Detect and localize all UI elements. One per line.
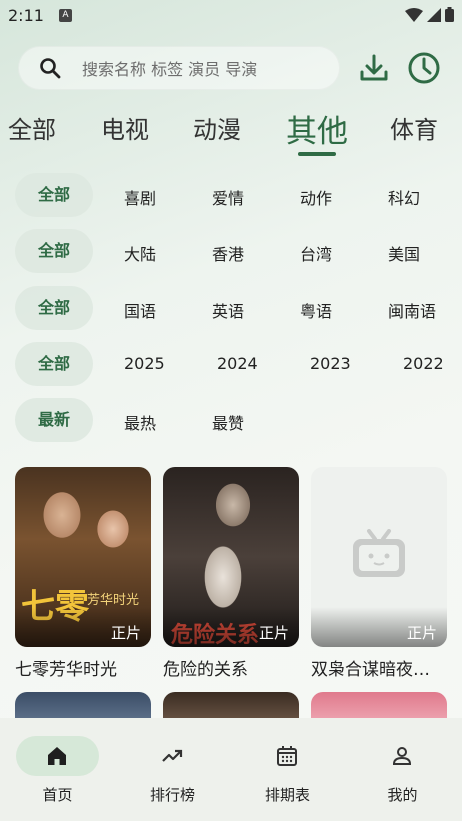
nav-home[interactable]: 首页 [0,718,115,821]
year-option[interactable]: 2022 [403,354,444,373]
battery-icon [445,7,454,22]
card-title: 七零芳华时光 [15,660,117,680]
year-all-chip[interactable]: 全部 [15,342,93,386]
year-option[interactable]: 2023 [310,354,351,373]
episode-tag: 正片 [258,624,289,642]
wifi-icon [405,7,423,22]
region-option[interactable]: 台湾 [300,241,332,265]
language-option[interactable]: 英语 [212,298,244,322]
nav-ranking[interactable]: 排行榜 [115,718,230,821]
genre-all-chip[interactable]: 全部 [15,173,93,217]
region-option[interactable]: 美国 [388,241,420,265]
search-bar[interactable] [18,46,340,92]
poster-subtitle-art: 芳华时光 [87,593,140,608]
region-all-chip[interactable]: 全部 [15,229,93,273]
tab-sports[interactable]: 体育 [390,110,438,145]
language-option[interactable]: 粤语 [300,298,332,322]
sort-option[interactable]: 最热 [124,410,156,434]
trending-icon [162,749,183,762]
home-icon [48,747,66,765]
nav-profile[interactable]: 我的 [345,718,460,821]
tab-all[interactable]: 全部 [8,110,56,145]
nav-label: 排期表 [264,786,310,804]
card-title: 危险的关系 [163,660,248,680]
status-icons [405,7,454,22]
bottom-navigation: 首页 排行榜 排期表 我的 [0,718,462,821]
sort-option[interactable]: 最赞 [212,410,244,434]
genre-option[interactable]: 爱情 [212,185,244,209]
history-clock-icon [408,52,440,84]
notification-icon: A [59,9,72,22]
region-option[interactable]: 大陆 [124,241,156,265]
year-option[interactable]: 2025 [124,354,165,373]
tv-placeholder-icon [353,529,405,577]
status-time: 2:11 [8,6,44,25]
language-option[interactable]: 国语 [124,298,156,322]
calendar-icon [277,746,297,766]
genre-option[interactable]: 科幻 [388,185,420,209]
tab-indicator [298,152,336,156]
genre-option[interactable]: 动作 [300,185,332,209]
tab-other[interactable]: 其他 [286,106,348,151]
download-icon [360,54,388,81]
status-bar: 2:11 A [0,0,462,32]
history-button[interactable] [406,50,442,86]
video-card[interactable]: 危险关系 正片 危险的关系 [163,467,299,680]
download-button[interactable] [356,50,392,86]
episode-tag: 正片 [406,624,437,642]
genre-option[interactable]: 喜剧 [124,185,156,209]
video-card[interactable]: 正片 双枭合谋暗夜… [311,467,447,680]
user-icon [392,747,412,765]
sort-latest-chip[interactable]: 最新 [15,398,93,442]
nav-label: 排行榜 [149,786,195,804]
year-option[interactable]: 2024 [217,354,258,373]
signal-icon [427,7,441,22]
language-option[interactable]: 闽南语 [388,298,436,322]
poster-image: 七零 芳华时光 正片 [15,467,151,647]
card-title: 双枭合谋暗夜… [311,660,430,680]
episode-tag: 正片 [110,624,141,642]
tab-anime[interactable]: 动漫 [193,110,241,145]
language-all-chip[interactable]: 全部 [15,286,93,330]
search-icon [40,58,61,79]
tab-tv[interactable]: 电视 [101,110,149,145]
region-option[interactable]: 香港 [212,241,244,265]
nav-label: 首页 [42,786,73,804]
nav-schedule[interactable]: 排期表 [230,718,345,821]
video-card[interactable]: 七零 芳华时光 正片 七零芳华时光 [15,467,151,680]
poster-image: 危险关系 正片 [163,467,299,647]
poster-placeholder: 正片 [311,467,447,647]
nav-label: 我的 [387,786,418,804]
search-input[interactable] [80,46,334,92]
